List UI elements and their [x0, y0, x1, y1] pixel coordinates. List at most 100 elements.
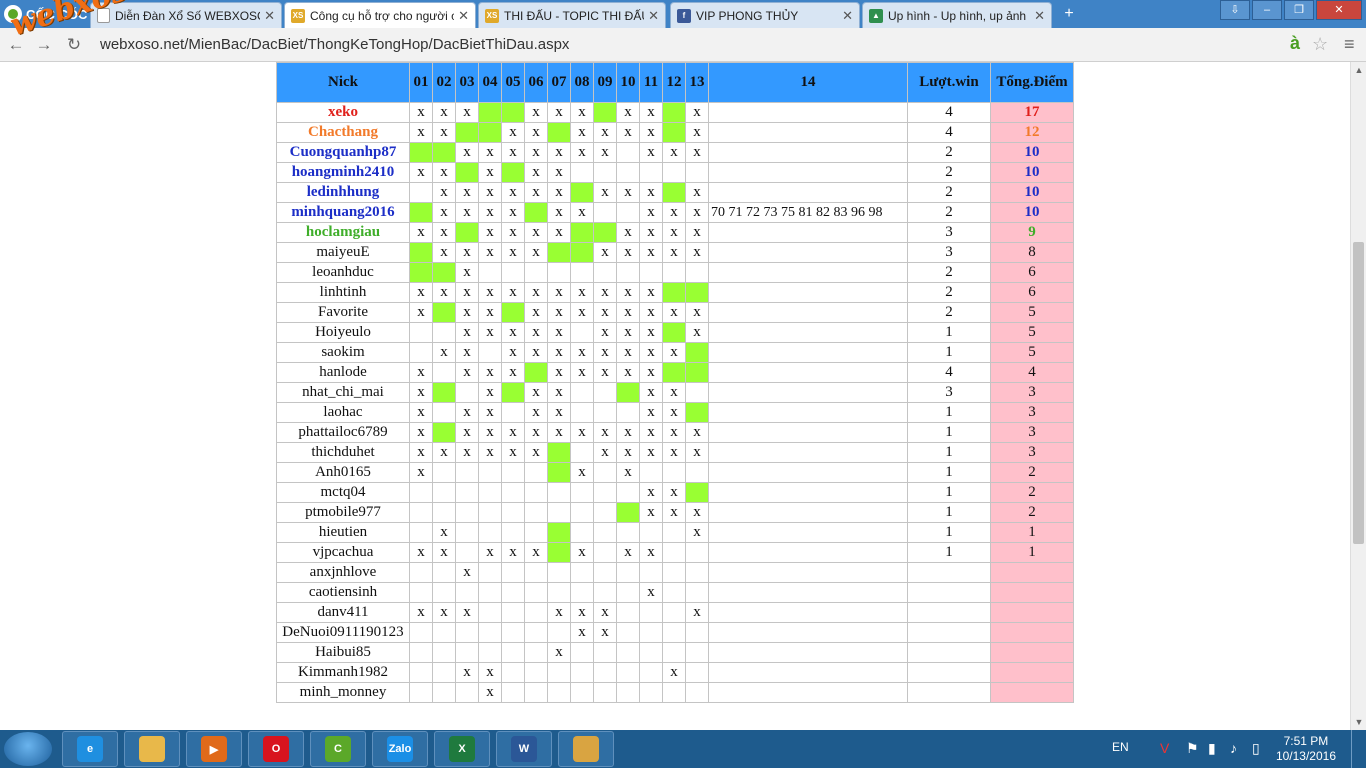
bookmark-star-icon[interactable]: ☆	[1312, 34, 1328, 55]
pick-cell: x	[570, 622, 594, 643]
pick-cell: x	[639, 342, 663, 363]
hit-cell	[501, 302, 525, 323]
pick-cell: x	[478, 282, 502, 303]
flag-icon[interactable]: ⚑	[1186, 740, 1199, 757]
wins-cell: 2	[907, 202, 991, 223]
pick-cell	[616, 562, 640, 583]
vertical-scrollbar[interactable]: ▲ ▼	[1350, 62, 1366, 730]
hit-cell	[570, 242, 594, 263]
pick-cell: x	[570, 302, 594, 323]
taskbar-app[interactable]: e	[62, 731, 118, 767]
col14-cell	[708, 402, 908, 423]
pick-cell	[501, 482, 525, 503]
pick-cell: x	[616, 222, 640, 243]
wins-cell	[907, 682, 991, 703]
scroll-up-icon[interactable]: ▲	[1351, 62, 1366, 78]
scroll-down-icon[interactable]: ▼	[1351, 714, 1366, 730]
tab-thi-dau[interactable]: XS THI ĐẤU - TOPIC THI ĐẤU ✕	[478, 2, 666, 28]
start-button[interactable]	[4, 732, 52, 766]
pick-cell: x	[409, 362, 433, 383]
pick-cell	[478, 622, 502, 643]
pick-cell	[501, 562, 525, 583]
close-tab-icon[interactable]: ✕	[1034, 8, 1045, 24]
restore-icon[interactable]: ❐	[1284, 0, 1314, 20]
tab-tools[interactable]: XS Công cụ hỗ trợ cho người chơi ✕	[284, 2, 476, 28]
taskbar-app[interactable]	[124, 731, 180, 767]
pick-cell	[501, 462, 525, 483]
taskbar-app[interactable]: X	[434, 731, 490, 767]
pick-cell: x	[662, 502, 686, 523]
pick-cell: x	[639, 222, 663, 243]
taskbar-app[interactable]: ▶	[186, 731, 242, 767]
pick-cell: x	[409, 122, 433, 143]
pick-cell: x	[501, 242, 525, 263]
browser-tab-bar: CỐC CỐC Diễn Đàn Xổ Số WEBXOSO.NET ✕ XS …	[0, 0, 1366, 28]
header-nick: Nick	[276, 62, 410, 103]
close-tab-icon[interactable]: ✕	[648, 8, 659, 24]
scroll-thumb[interactable]	[1353, 242, 1364, 544]
pick-cell: x	[616, 542, 640, 563]
menu-icon[interactable]: ≡	[1344, 34, 1355, 55]
pick-cell: x	[501, 222, 525, 243]
reload-icon[interactable]: ↻	[64, 35, 84, 55]
antivirus-icon[interactable]: V	[1160, 740, 1169, 756]
pick-cell	[570, 482, 594, 503]
pick-cell: x	[478, 322, 502, 343]
signal-icon[interactable]: ▮	[1208, 740, 1216, 757]
pick-cell: x	[616, 282, 640, 303]
downloads-icon[interactable]: ⇩	[1220, 0, 1250, 20]
tab-vip-phong-thuy[interactable]: f VIP PHONG THỦY ✕	[670, 2, 860, 28]
pick-cell	[501, 522, 525, 543]
pick-cell	[409, 342, 433, 363]
col14-cell	[708, 262, 908, 283]
points-cell: 2	[990, 502, 1074, 523]
new-tab-icon[interactable]: +	[1060, 6, 1078, 22]
hit-cell	[524, 362, 548, 383]
tab-up-hinh[interactable]: ▲ Up hình - Up hình, up ảnh ✕	[862, 2, 1052, 28]
pick-cell: x	[639, 482, 663, 503]
wins-cell: 4	[907, 122, 991, 143]
nick-cell: caotiensinh	[276, 582, 410, 603]
header-col: 04	[478, 62, 502, 103]
pick-cell	[547, 502, 571, 523]
col14-cell	[708, 322, 908, 343]
minimize-icon[interactable]: –	[1252, 0, 1282, 20]
pick-cell	[593, 662, 617, 683]
address-bar[interactable]: webxoso.net/MienBac/DacBiet/ThongKeTongH…	[100, 32, 1280, 58]
close-tab-icon[interactable]: ✕	[264, 8, 275, 24]
table-row: Hoiyeulo x x x x x x x x x 1 5	[276, 322, 1074, 343]
nick-cell: vjpcachua	[276, 542, 410, 563]
taskbar-app[interactable]: O	[248, 731, 304, 767]
close-tab-icon[interactable]: ✕	[458, 8, 469, 24]
coccoc-dictionary-icon[interactable]: à	[1290, 33, 1300, 54]
pick-cell: x	[570, 102, 594, 123]
pick-cell: x	[639, 302, 663, 323]
table-row: saokim x x x x x x x x x x 1 5	[276, 342, 1074, 363]
show-desktop-button[interactable]	[1351, 730, 1366, 768]
pick-cell: x	[570, 422, 594, 443]
header-col: 05	[501, 62, 525, 103]
taskbar-app[interactable]	[558, 731, 614, 767]
language-indicator[interactable]: EN	[1112, 740, 1129, 754]
pick-cell: x	[570, 602, 594, 623]
clock[interactable]: 7:51 PM 10/13/2016	[1276, 734, 1336, 764]
table-row: hoclamgiau x x x x x x x x x x 3 9	[276, 222, 1074, 243]
pick-cell	[432, 402, 456, 423]
col14-cell	[708, 442, 908, 463]
hit-cell	[685, 482, 709, 503]
battery-icon[interactable]: ▯	[1252, 740, 1260, 757]
nick-cell: anxjnhlove	[276, 562, 410, 583]
wins-cell: 4	[907, 362, 991, 383]
table-row: anxjnhlove x	[276, 562, 1074, 583]
taskbar-app[interactable]: C	[310, 731, 366, 767]
close-tab-icon[interactable]: ✕	[842, 8, 853, 24]
taskbar-app[interactable]: W	[496, 731, 552, 767]
pick-cell: x	[524, 102, 548, 123]
close-window-icon[interactable]: ✕	[1316, 0, 1362, 20]
volume-icon[interactable]: ♪	[1230, 740, 1237, 756]
hit-cell	[409, 262, 433, 283]
taskbar-app[interactable]: Zalo	[372, 731, 428, 767]
pick-cell	[639, 682, 663, 703]
pick-cell	[685, 642, 709, 663]
forward-icon[interactable]: →	[34, 35, 54, 55]
